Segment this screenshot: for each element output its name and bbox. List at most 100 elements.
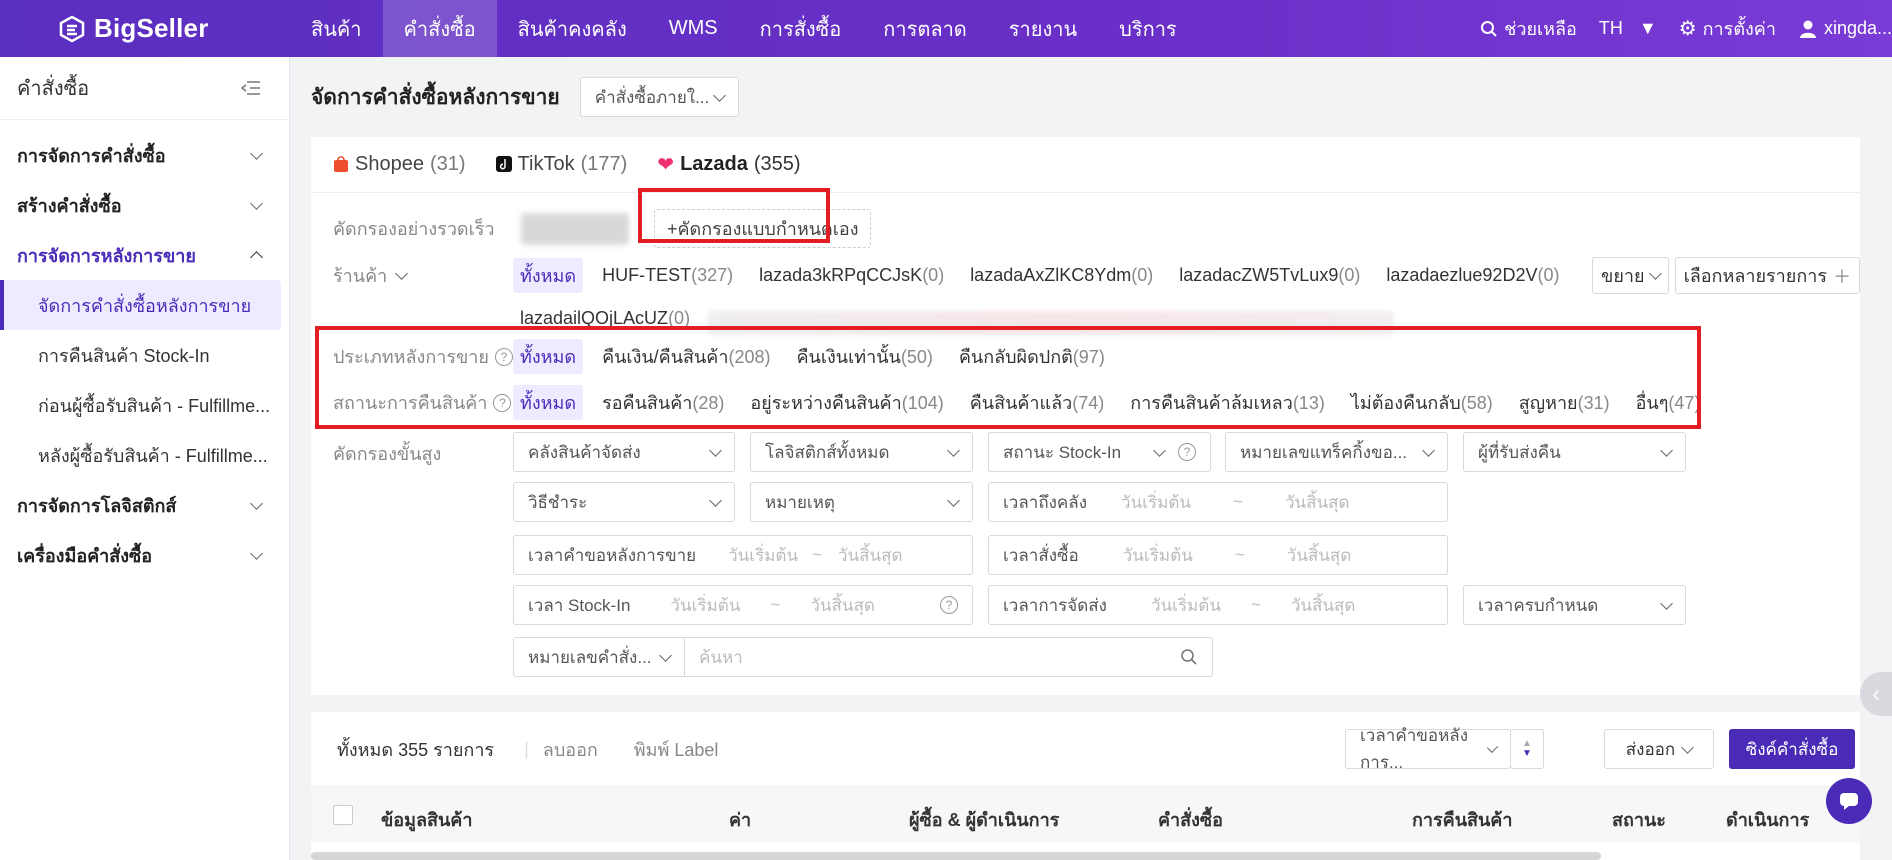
end-date-input[interactable]: วันสิ้นสุด [1291, 592, 1356, 619]
sidebar: คำสั่งซื้อ การจัดการคำสั่งซื้อ สร้างคำสั… [0, 57, 290, 860]
sync-orders-button[interactable]: ซิงค์คำสั่งซื้อ [1729, 729, 1855, 769]
custom-filter-button[interactable]: +คัดกรองแบบกำหนดเอง [654, 209, 872, 248]
start-date-input[interactable]: วันเริ่มต้น [670, 592, 740, 619]
store-chip[interactable]: HUF-TEST(327) [595, 262, 740, 289]
nav-services[interactable]: บริการ [1098, 0, 1198, 57]
due-time-select[interactable]: เวลาครบกำหนด [1463, 585, 1686, 625]
delete-button[interactable]: ลบออก [543, 735, 598, 764]
tab-shopee[interactable]: Shopee (31) [333, 136, 466, 192]
print-label-button[interactable]: พิมพ์ Label [634, 735, 719, 764]
nav-reports[interactable]: รายงาน [988, 0, 1098, 57]
chevron-down-icon [1422, 443, 1435, 457]
side-drawer-handle[interactable]: ‹ [1860, 672, 1892, 716]
help-circle-icon[interactable]: ? [940, 596, 958, 614]
sidebar-group-after-sales[interactable]: การจัดการหลังการขาย [0, 230, 289, 280]
return-status-chip[interactable]: อยู่ระหว่างคืนสินค้า(104) [743, 385, 950, 420]
horizontal-scrollbar[interactable] [311, 852, 1601, 860]
logo[interactable]: BigSeller [0, 13, 290, 44]
sidebar-item-before-receive[interactable]: ก่อนผู้ซื้อรับสินค้า - Fulfillme... [0, 380, 281, 430]
nav-orders[interactable]: คำสั่งซื้อ [382, 0, 497, 57]
sidebar-group-logistics[interactable]: การจัดการโลจิสติกส์ [0, 480, 289, 530]
end-date-input[interactable]: วันสิ้นสุด [838, 542, 903, 569]
help-link[interactable]: ช่วยเหลือ [1480, 14, 1577, 43]
sort-order-toggle[interactable]: ▲ ▼ [1510, 729, 1544, 769]
request-time-range[interactable]: เวลาคำขอหลังการขาย วันเริ่มต้น ~ วันสิ้น… [513, 535, 973, 575]
end-date-input[interactable]: วันสิ้นสุด [1287, 542, 1352, 569]
help-circle-icon[interactable]: ? [493, 393, 512, 412]
sidebar-group-order-management[interactable]: การจัดการคำสั่งซื้อ [0, 130, 289, 180]
quick-filter-preset[interactable] [521, 212, 629, 245]
chevron-down-icon [250, 546, 263, 560]
chat-support-button[interactable] [1826, 778, 1872, 824]
sort-field-select[interactable]: เวลาคำขอหลังการ... [1345, 726, 1511, 772]
nav-products[interactable]: สินค้า [290, 0, 383, 57]
help-circle-icon[interactable]: ? [494, 347, 513, 366]
nav-marketing[interactable]: การตลาด [862, 0, 988, 57]
after-sale-type-chip-all[interactable]: ทั้งหมด [513, 339, 584, 374]
tab-lazada[interactable]: ❤ Lazada (355) [657, 136, 800, 192]
search-icon[interactable] [1180, 648, 1198, 666]
tracking-number-select[interactable]: หมายเลขแทร็คกิ้งขอ... [1225, 432, 1448, 472]
search-input[interactable]: ค้นหา [684, 637, 1213, 677]
col-status: สถานะ [1612, 810, 1666, 830]
start-date-input[interactable]: วันเริ่มต้น [1121, 489, 1191, 516]
chevron-down-icon [1648, 267, 1662, 280]
store-expand-button[interactable]: ขยาย [1592, 257, 1669, 294]
logistics-select[interactable]: โลจิสติกส์ทั้งหมด [750, 432, 973, 472]
table-row[interactable] [311, 842, 1860, 860]
store-chip[interactable]: lazadacZW5TvLux9(0) [1172, 262, 1367, 289]
stock-in-time-range[interactable]: เวลา Stock-In วันเริ่มต้น ~ วันสิ้นสุด ? [513, 585, 973, 625]
store-multi-select-button[interactable]: เลือกหลายรายการ＋ [1674, 257, 1860, 294]
arrive-time-range[interactable]: เวลาถึงคลัง วันเริ่มต้น ~ วันสิ้นสุด [988, 482, 1448, 522]
after-sale-type-chip[interactable]: คืนเงินเท่านั้น(50) [790, 339, 940, 374]
store-chip[interactable]: lazadaAxZlKC8Ydm(0) [963, 262, 1160, 289]
user-menu[interactable]: xingda... [1798, 18, 1892, 39]
return-status-chip[interactable]: การคืนสินค้าล้มเหลว(13) [1123, 385, 1332, 420]
sidebar-group-create-order[interactable]: สร้างคำสั่งซื้อ [0, 180, 289, 230]
return-status-chip[interactable]: รอคืนสินค้า(28) [595, 385, 731, 420]
stock-in-status-select[interactable]: สถานะ Stock-In? [988, 432, 1211, 472]
return-recipient-select[interactable]: ผู้ที่รับส่งคืน [1463, 432, 1686, 472]
end-date-input[interactable]: วันสิ้นสุด [1285, 489, 1350, 516]
store-chip-all[interactable]: ทั้งหมด [513, 258, 584, 293]
collapse-sidebar-icon[interactable] [241, 80, 261, 96]
return-status-chip[interactable]: สูญหาย(31) [1512, 385, 1617, 420]
order-time-range[interactable]: เวลาสั่งซื้อ วันเริ่มต้น ~ วันสิ้นสุด [988, 535, 1448, 575]
sidebar-header: คำสั่งซื้อ [0, 57, 289, 120]
start-date-input[interactable]: วันเริ่มต้น [1123, 542, 1193, 569]
payment-method-select[interactable]: วิธีชำระ [513, 482, 735, 522]
return-status-chip[interactable]: อื่นๆ(47) [1629, 385, 1708, 420]
sidebar-group-order-tools[interactable]: เครื่องมือคำสั่งซื้อ [0, 530, 289, 580]
export-button[interactable]: ส่งออก [1604, 729, 1714, 769]
nav-purchase[interactable]: การสั่งซื้อ [739, 0, 863, 57]
sidebar-item-after-sales-orders[interactable]: จัดการคำสั่งซื้อหลังการขาย [0, 280, 281, 330]
after-sale-type-chip[interactable]: คืนเงิน/คืนสินค้า(208) [595, 339, 777, 374]
tab-tiktok[interactable]: TikTok (177) [495, 136, 627, 192]
ship-time-range[interactable]: เวลาการจัดส่ง วันเริ่มต้น ~ วันสิ้นสุด [988, 585, 1448, 625]
after-sale-type-chip[interactable]: คืนกลับผิดปกติ(97) [952, 339, 1112, 374]
start-date-input[interactable]: วันเริ่มต้น [1151, 592, 1221, 619]
store-chip[interactable]: lazada3kRPqCCJsK(0) [752, 262, 951, 289]
return-status-chip-all[interactable]: ทั้งหมด [513, 385, 584, 420]
help-circle-icon[interactable]: ? [1178, 443, 1196, 461]
return-status-chip[interactable]: ไม่ต้องคืนกลับ(58) [1344, 385, 1500, 420]
start-date-input[interactable]: วันเริ่มต้น [728, 542, 798, 569]
return-status-chip[interactable]: คืนสินค้าแล้ว(74) [963, 385, 1112, 420]
nav-wms[interactable]: WMS [648, 0, 739, 57]
warehouse-select[interactable]: คลังสินค้าจัดส่ง [513, 432, 735, 472]
sidebar-item-return-stock-in[interactable]: การคืนสินค้า Stock-In [0, 330, 281, 380]
search-type-select[interactable]: หมายเลขคำสั่ง... [513, 637, 685, 677]
note-select[interactable]: หมายเหตุ [750, 482, 973, 522]
sort-down-icon: ▼ [1522, 748, 1532, 759]
settings-link[interactable]: ⚙ การตั้งค่า [1679, 14, 1776, 43]
sidebar-item-after-receive[interactable]: หลังผู้ซื้อรับสินค้า - Fulfillme... [0, 430, 281, 480]
select-all-checkbox[interactable] [333, 805, 353, 825]
language-select[interactable]: TH ▼ [1599, 18, 1657, 39]
end-date-input[interactable]: วันสิ้นสุด [810, 592, 875, 619]
chevron-down-icon [659, 648, 672, 662]
store-chip[interactable]: lazadailQOjLAcUZ(0) [513, 305, 697, 332]
nav-inventory[interactable]: สินค้าคงคลัง [497, 0, 648, 57]
store-filter-label[interactable]: ร้านค้า [333, 261, 513, 290]
store-chip[interactable]: lazadaezlue92D2V(0) [1379, 262, 1566, 289]
order-scope-select[interactable]: คำสั่งซื้อภายใ... [579, 77, 740, 117]
